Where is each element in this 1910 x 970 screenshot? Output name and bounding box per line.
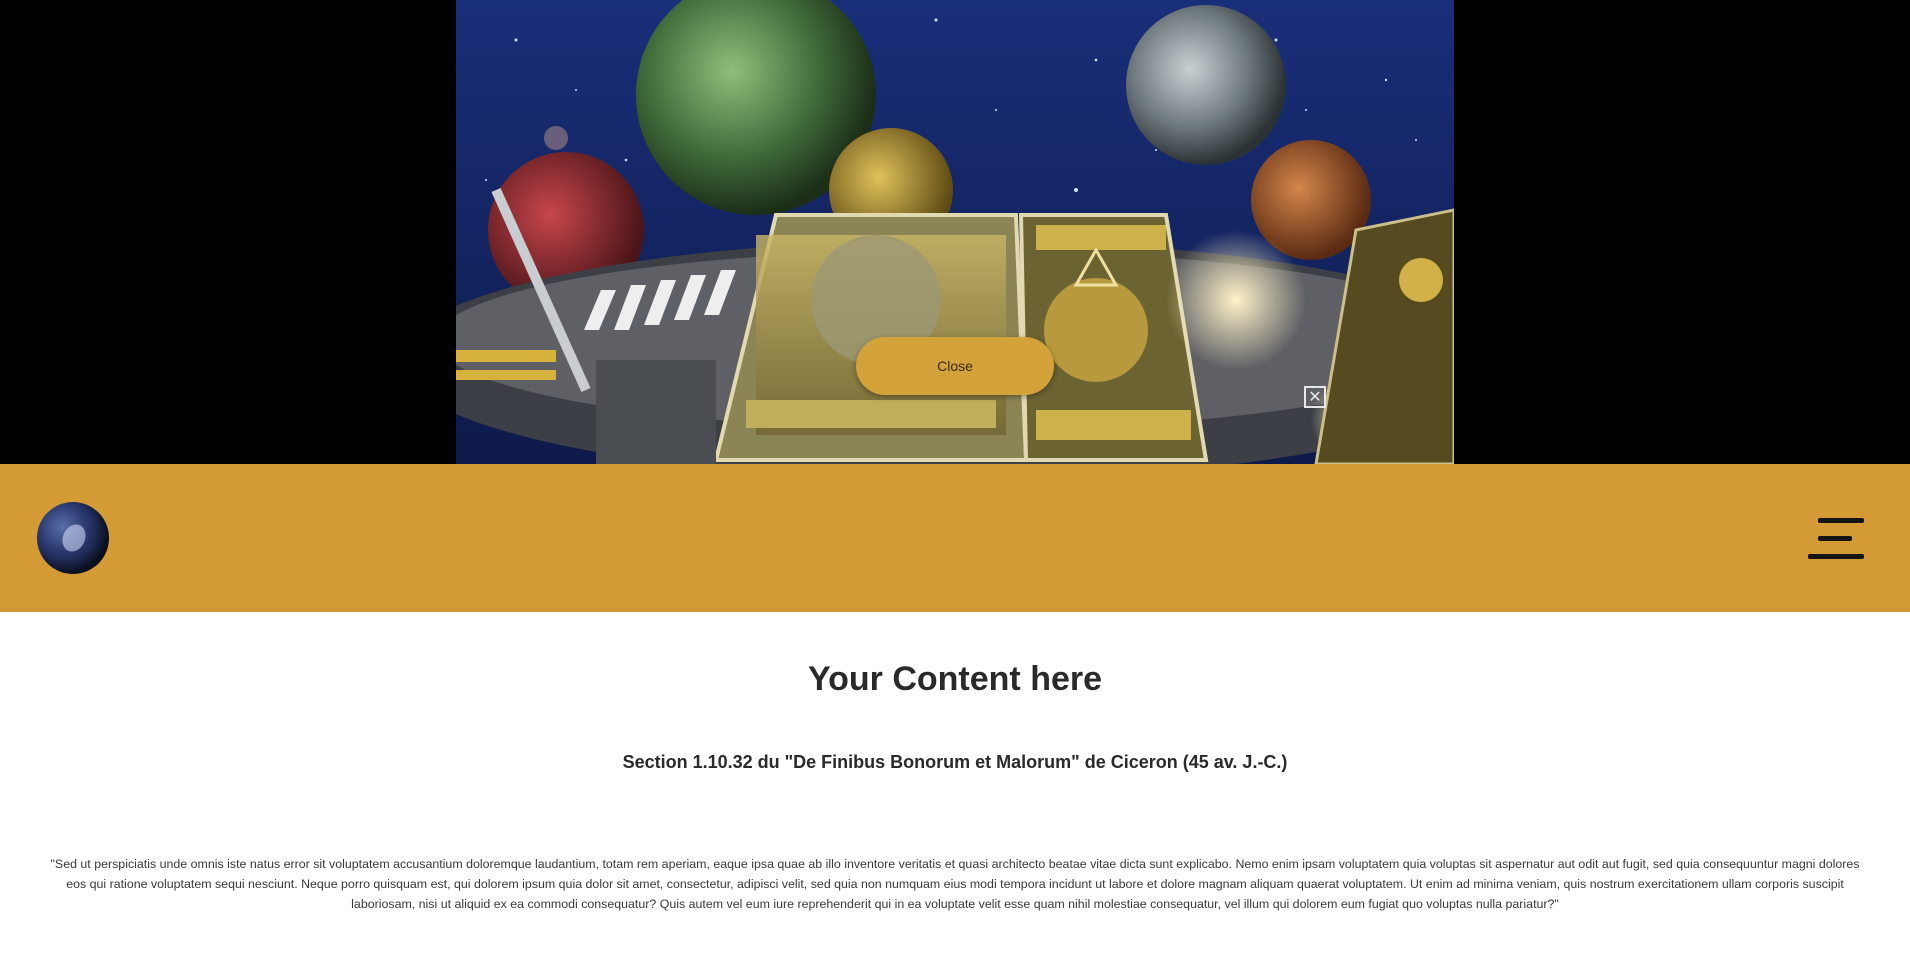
- planet-logo-icon[interactable]: [37, 502, 109, 574]
- section-heading: Section 1.10.32 du "De Finibus Bonorum e…: [622, 752, 1288, 772]
- hamburger-menu-icon[interactable]: [1808, 514, 1864, 562]
- close-icon[interactable]: ✕: [1304, 386, 1326, 408]
- top-navbar: [0, 464, 1910, 612]
- main-content: Your Content here Section 1.10.32 du "De…: [0, 612, 1910, 970]
- page-title: Your Content here: [807, 660, 1103, 698]
- close-button[interactable]: Close: [856, 337, 1054, 395]
- hero-banner: Close ✕: [0, 0, 1910, 464]
- body-paragraph: "Sed ut perspiciatis unde omnis iste nat…: [50, 857, 1860, 911]
